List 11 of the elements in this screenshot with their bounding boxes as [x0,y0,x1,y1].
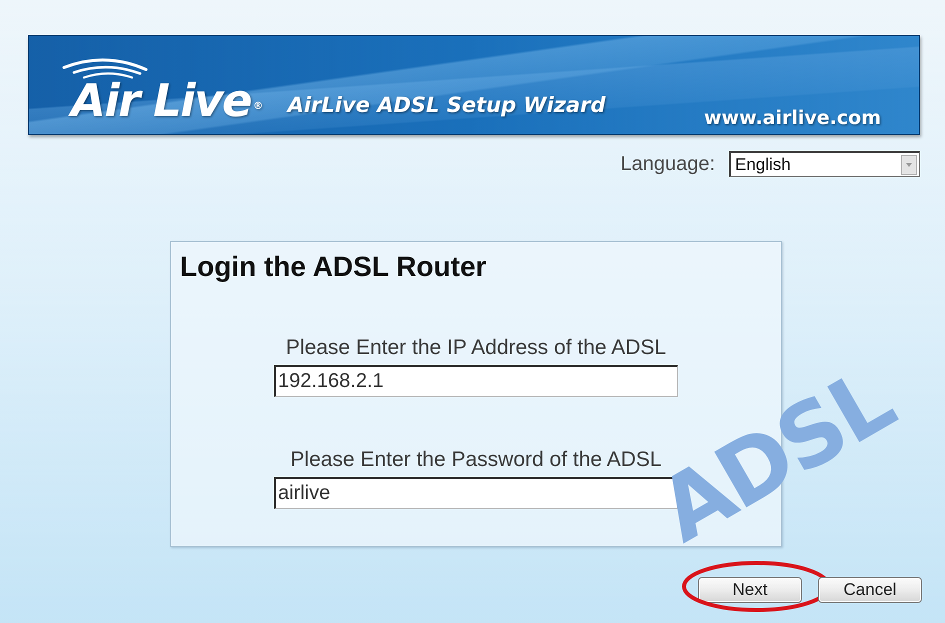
wireless-arcs-icon [61,58,149,80]
input-field[interactable]: 192.168.2.1 [274,365,678,397]
cancel-button[interactable]: Cancel [818,577,922,603]
wizard-title: AirLive ADSL Setup Wizard [288,93,606,117]
website-address: www.airlive.com [704,107,881,129]
panel-title: Login the ADSL Router [180,251,486,283]
field-label: Please Enter the Password of the ADSL [290,448,662,472]
field-label: Please Enter the IP Address of the ADSL [286,336,666,360]
language-label: Language: [620,152,715,176]
language-select[interactable]: English [729,151,920,177]
next-button[interactable]: Next [698,577,802,603]
